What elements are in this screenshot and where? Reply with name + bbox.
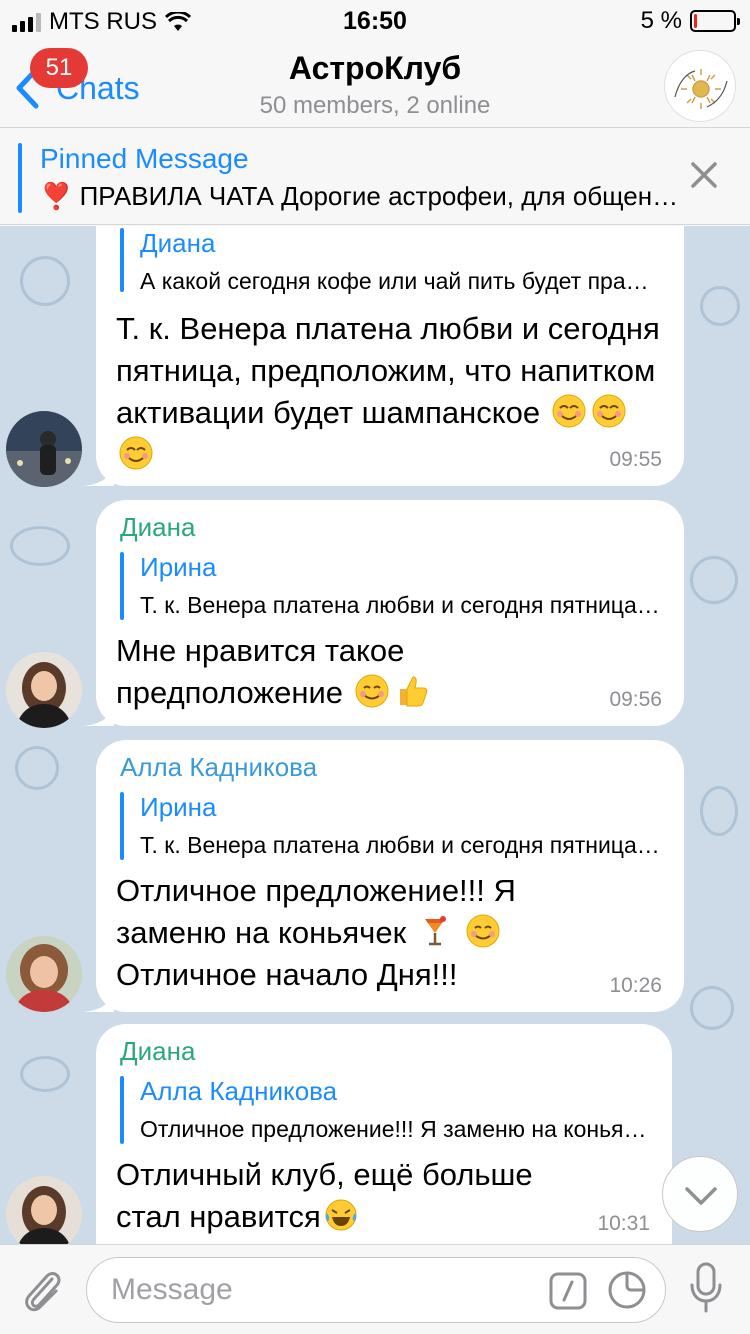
- reply-preview[interactable]: Ирина Т. к. Венера платена любви и сегод…: [120, 792, 660, 866]
- smiling-face-icon: [465, 913, 501, 949]
- message-time: 10:31: [597, 1212, 650, 1235]
- reply-accent-bar: [120, 792, 124, 860]
- background-doodle: [700, 286, 740, 326]
- battery-percent: 5 %: [640, 7, 682, 34]
- bubble-tail: [84, 990, 114, 1012]
- sender-name[interactable]: Диана: [120, 1036, 195, 1067]
- message-text: Отличное предложение!!! Я заменю на конь…: [116, 873, 516, 992]
- bubble-tail: [84, 464, 114, 486]
- composer: [0, 1244, 750, 1334]
- background-doodle: [700, 786, 738, 836]
- message-list[interactable]: Диана А какой сегодня кофе или чай пить …: [0, 226, 750, 1244]
- sender-name[interactable]: Диана: [120, 512, 195, 543]
- background-doodle: [690, 556, 738, 604]
- relieved-face-icon: [591, 393, 627, 429]
- clock: 16:50: [343, 7, 407, 35]
- background-doodle: [10, 526, 70, 566]
- chat-subtitle: 50 members, 2 online: [259, 92, 491, 119]
- sticker-icon[interactable]: [607, 1270, 647, 1310]
- tears-of-joy-icon: [323, 1197, 359, 1233]
- status-bar: MTS RUS 16:50 5 %: [0, 0, 750, 40]
- reply-preview[interactable]: Диана А какой сегодня кофе или чай пить …: [120, 228, 660, 302]
- pinned-text: ❣️ ПРАВИЛА ЧАТА Дорогие астрофеи, для об…: [40, 181, 680, 211]
- sender-name[interactable]: Алла Кадникова: [120, 752, 317, 783]
- thumbs-up-icon: [394, 673, 430, 709]
- message-time: 10:26: [609, 974, 662, 997]
- message-bubble[interactable]: Диана Ирина Т. к. Венера платена любви и…: [84, 500, 684, 726]
- avatar[interactable]: [6, 936, 82, 1012]
- message-text: Отличный клуб, ещё больше стал нравится: [116, 1157, 533, 1234]
- reply-accent-bar: [120, 228, 124, 292]
- reply-preview[interactable]: Алла Кадникова Отличное предложение!!! Я…: [120, 1076, 648, 1150]
- cocktail-icon: [417, 913, 453, 949]
- bubble-tail: [84, 704, 114, 726]
- microphone-icon[interactable]: [688, 1261, 724, 1317]
- pinned-title: Pinned Message: [40, 143, 249, 174]
- message-time: 09:56: [609, 688, 662, 711]
- reply-author: Ирина: [140, 792, 217, 822]
- reply-author: Алла Кадникова: [140, 1076, 338, 1106]
- reply-accent-bar: [120, 552, 124, 620]
- pinned-message[interactable]: Pinned Message ❣️ ПРАВИЛА ЧАТА Дорогие а…: [0, 129, 750, 225]
- chat-header: Chats 51 АстроКлуб 50 members, 2 online: [0, 40, 750, 128]
- message-bubble[interactable]: Диана А какой сегодня кофе или чай пить …: [84, 226, 684, 486]
- background-doodle: [690, 986, 734, 1030]
- message-text: Т. к. Венера платена любви и сегодня пят…: [116, 308, 664, 476]
- message-input[interactable]: [111, 1270, 531, 1310]
- attach-icon[interactable]: [18, 1265, 66, 1315]
- reply-author: Ирина: [140, 552, 217, 582]
- chat-title[interactable]: АстроКлуб: [0, 50, 750, 87]
- reply-snippet: Т. к. Венера платена любви и сегодня пят…: [140, 832, 660, 858]
- relieved-face-icon: [551, 393, 587, 429]
- background-doodle: [20, 1056, 70, 1092]
- relieved-face-icon: [118, 435, 154, 471]
- smiling-face-icon: [354, 673, 390, 709]
- close-icon[interactable]: [688, 159, 720, 191]
- background-doodle: [20, 256, 70, 306]
- group-avatar[interactable]: [664, 50, 736, 122]
- reply-preview[interactable]: Ирина Т. к. Венера платена любви и сегод…: [120, 552, 660, 626]
- background-doodle: [15, 746, 59, 790]
- message-text: Мне нравится такое предположение: [116, 630, 564, 714]
- message-bubble[interactable]: Диана Алла Кадникова Отличное предложени…: [96, 1024, 672, 1244]
- battery-icon: [690, 10, 740, 32]
- astro-logo-icon: [674, 69, 728, 109]
- chevron-down-icon: [685, 1187, 717, 1205]
- message-time: 09:55: [609, 448, 662, 471]
- reply-author: Диана: [140, 228, 216, 258]
- reply-accent-bar: [120, 1076, 124, 1144]
- reply-snippet: Т. к. Венера платена любви и сегодня пят…: [140, 592, 660, 618]
- avatar[interactable]: [6, 411, 82, 487]
- avatar[interactable]: [6, 652, 82, 728]
- pinned-accent-bar: [18, 143, 22, 213]
- message-bubble[interactable]: Алла Кадникова Ирина Т. к. Венера платен…: [84, 740, 684, 1012]
- reply-snippet: Отличное предложение!!! Я заменю на конь…: [140, 1116, 648, 1142]
- command-icon[interactable]: [549, 1272, 587, 1310]
- reply-snippet: А какой сегодня кофе или чай пить будет …: [140, 268, 660, 294]
- scroll-to-bottom-button[interactable]: [662, 1156, 738, 1232]
- avatar[interactable]: [6, 1176, 82, 1244]
- message-input-field[interactable]: [86, 1257, 666, 1323]
